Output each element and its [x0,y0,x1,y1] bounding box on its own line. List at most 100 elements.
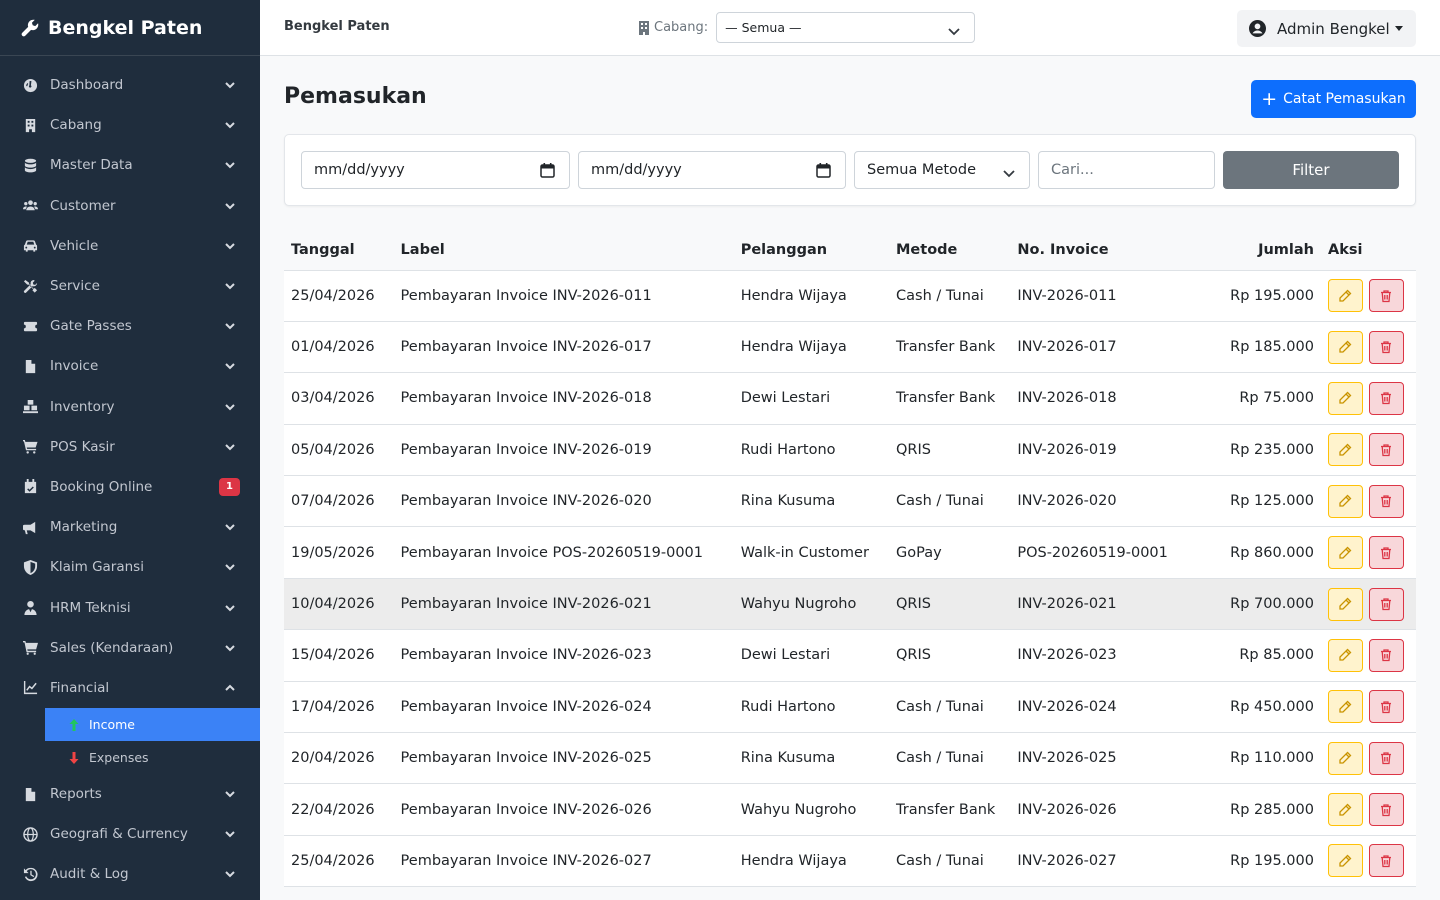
column-header[interactable]: Label [393,230,734,271]
actions-cell [1320,578,1416,631]
branch-select[interactable]: — Semua — [716,12,976,43]
column-header[interactable]: Pelanggan [733,230,889,271]
branch-value: — Semua — [725,20,802,35]
add-income-button[interactable]: + Catat Pemasukan [1251,80,1416,118]
search-input[interactable]: Cari... [1038,151,1215,189]
trash-icon [1381,495,1392,508]
sidebar-item-cabang[interactable]: Cabang [0,105,260,145]
column-header[interactable]: No. Invoice [1010,230,1175,271]
table-row[interactable]: 05/04/2026 Pembayaran Invoice INV-2026-01… [284,424,1416,477]
filter-button[interactable]: Filter [1223,151,1399,189]
date-to-input[interactable]: mm/dd/yyyy [578,151,846,189]
chevron-down-icon [1003,166,1015,178]
sidebar-item-label: Booking Online [50,478,153,495]
customer-cell: Hendra Wijaya [733,835,889,888]
delete-button[interactable] [1368,638,1404,672]
edit-button[interactable] [1327,330,1363,364]
invoice-number-cell: INV-2026-019 [1010,424,1175,477]
invoice-number-cell: POS-20260519-0001 [1010,526,1175,579]
sidebar-subitem-income[interactable]: Income [45,708,260,741]
trash-icon [1381,444,1392,457]
trash-icon [1381,752,1392,765]
method-cell: Cash / Tunai [889,732,1011,785]
column-header[interactable]: Aksi [1320,230,1416,271]
table-row[interactable]: 17/04/2026 Pembayaran Invoice INV-2026-02… [284,681,1416,734]
table-row[interactable]: 20/04/2026 Pembayaran Invoice INV-2026-02… [284,732,1416,785]
delete-button[interactable] [1368,844,1404,878]
table-row[interactable]: 03/04/2026 Pembayaran Invoice INV-2026-01… [284,372,1416,425]
delete-button[interactable] [1368,330,1404,364]
sidebar-item-invoice[interactable]: Invoice [0,346,260,386]
sidebar-item-reports[interactable]: Reports [0,774,260,814]
sidebar-item-vehicle[interactable]: Vehicle [0,226,260,266]
edit-button[interactable] [1327,279,1363,313]
method-value: Semua Metode [867,162,977,178]
table-row[interactable]: 25/04/2026 Pembayaran Invoice INV-2026-02… [284,835,1416,888]
sidebar-subitem-label: Expenses [89,750,149,765]
table-row[interactable]: 07/04/2026 Pembayaran Invoice INV-2026-02… [284,475,1416,528]
delete-button[interactable] [1368,433,1404,467]
edit-button[interactable] [1327,741,1363,775]
sidebar-item-gate-passes[interactable]: Gate Passes [0,306,260,346]
sidebar-item-pos-kasir[interactable]: POS Kasir [0,427,260,467]
sidebar-item-audit-log[interactable]: Audit & Log [0,854,260,894]
delete-button[interactable] [1368,690,1404,724]
edit-button[interactable] [1327,638,1363,672]
edit-button[interactable] [1327,484,1363,518]
amount-cell: Rp 235.000 [1174,424,1321,477]
label-cell: Pembayaran Invoice INV-2026-019 [393,424,734,477]
table-row[interactable]: 25/04/2026 Pembayaran Invoice INV-2026-01… [284,270,1416,322]
column-header[interactable]: Tanggal [284,230,394,271]
edit-button[interactable] [1327,587,1363,621]
calendar-icon[interactable] [816,163,831,178]
trash-icon [1381,649,1392,662]
tools-icon [22,278,38,294]
column-header[interactable]: Metode [889,230,1011,271]
edit-button[interactable] [1327,690,1363,724]
sidebar-item-geografi-currency[interactable]: Geografi & Currency [0,814,260,854]
edit-button[interactable] [1327,381,1363,415]
delete-button[interactable] [1368,536,1404,570]
sidebar-item-hrm-teknisi[interactable]: HRM Teknisi [0,587,260,627]
edit-button[interactable] [1327,433,1363,467]
branch-selector: Cabang: — Semua — [638,12,976,43]
edit-button[interactable] [1327,536,1363,570]
user-menu[interactable]: Admin Bengkel [1237,10,1416,47]
sidebar-item-dashboard[interactable]: Dashboard [0,65,260,105]
table-row[interactable]: 15/04/2026 Pembayaran Invoice INV-2026-02… [284,629,1416,682]
table-row[interactable]: 22/04/2026 Pembayaran Invoice INV-2026-02… [284,783,1416,836]
trash-icon [1381,803,1392,816]
history-icon [22,866,38,882]
sidebar-item-klaim-garansi[interactable]: Klaim Garansi [0,547,260,587]
brand[interactable]: Bengkel Paten [0,0,260,56]
invoice-number-cell: INV-2026-020 [1010,475,1175,528]
sidebar-subitem-expenses[interactable]: Expenses [45,741,260,774]
delete-button[interactable] [1368,587,1404,621]
delete-button[interactable] [1368,484,1404,518]
calendar-icon[interactable] [540,163,555,178]
date-from-input[interactable]: mm/dd/yyyy [301,151,570,189]
sidebar-item-marketing[interactable]: Marketing [0,507,260,547]
delete-button[interactable] [1368,741,1404,775]
delete-button[interactable] [1368,793,1404,827]
amount-cell: Rp 450.000 [1174,681,1321,734]
sidebar-item-master-data[interactable]: Master Data [0,145,260,185]
trash-icon [1381,598,1392,611]
edit-button[interactable] [1327,844,1363,878]
delete-button[interactable] [1368,381,1404,415]
amount-cell: Rp 195.000 [1174,270,1321,322]
table-row[interactable]: 01/04/2026 Pembayaran Invoice INV-2026-01… [284,321,1416,374]
sidebar-item-inventory[interactable]: Inventory [0,387,260,427]
edit-button[interactable] [1327,793,1363,827]
sidebar-item-service[interactable]: Service [0,266,260,306]
table-row[interactable]: 10/04/2026 Pembayaran Invoice INV-2026-02… [284,578,1416,631]
table-row[interactable]: 19/05/2026 Pembayaran Invoice POS-2026051… [284,526,1416,579]
sidebar-item-customer[interactable]: Customer [0,186,260,226]
delete-button[interactable] [1368,279,1404,313]
sidebar-item-booking-online[interactable]: Booking Online 1 [0,467,260,507]
sidebar-item-sales-kendaraan[interactable]: Sales (Kendaraan) [0,628,260,668]
method-select[interactable]: Semua Metode [854,151,1030,189]
column-header[interactable]: Jumlah [1174,230,1321,271]
sidebar-item-financial[interactable]: Financial [0,668,260,708]
pencil-icon [1339,443,1352,456]
